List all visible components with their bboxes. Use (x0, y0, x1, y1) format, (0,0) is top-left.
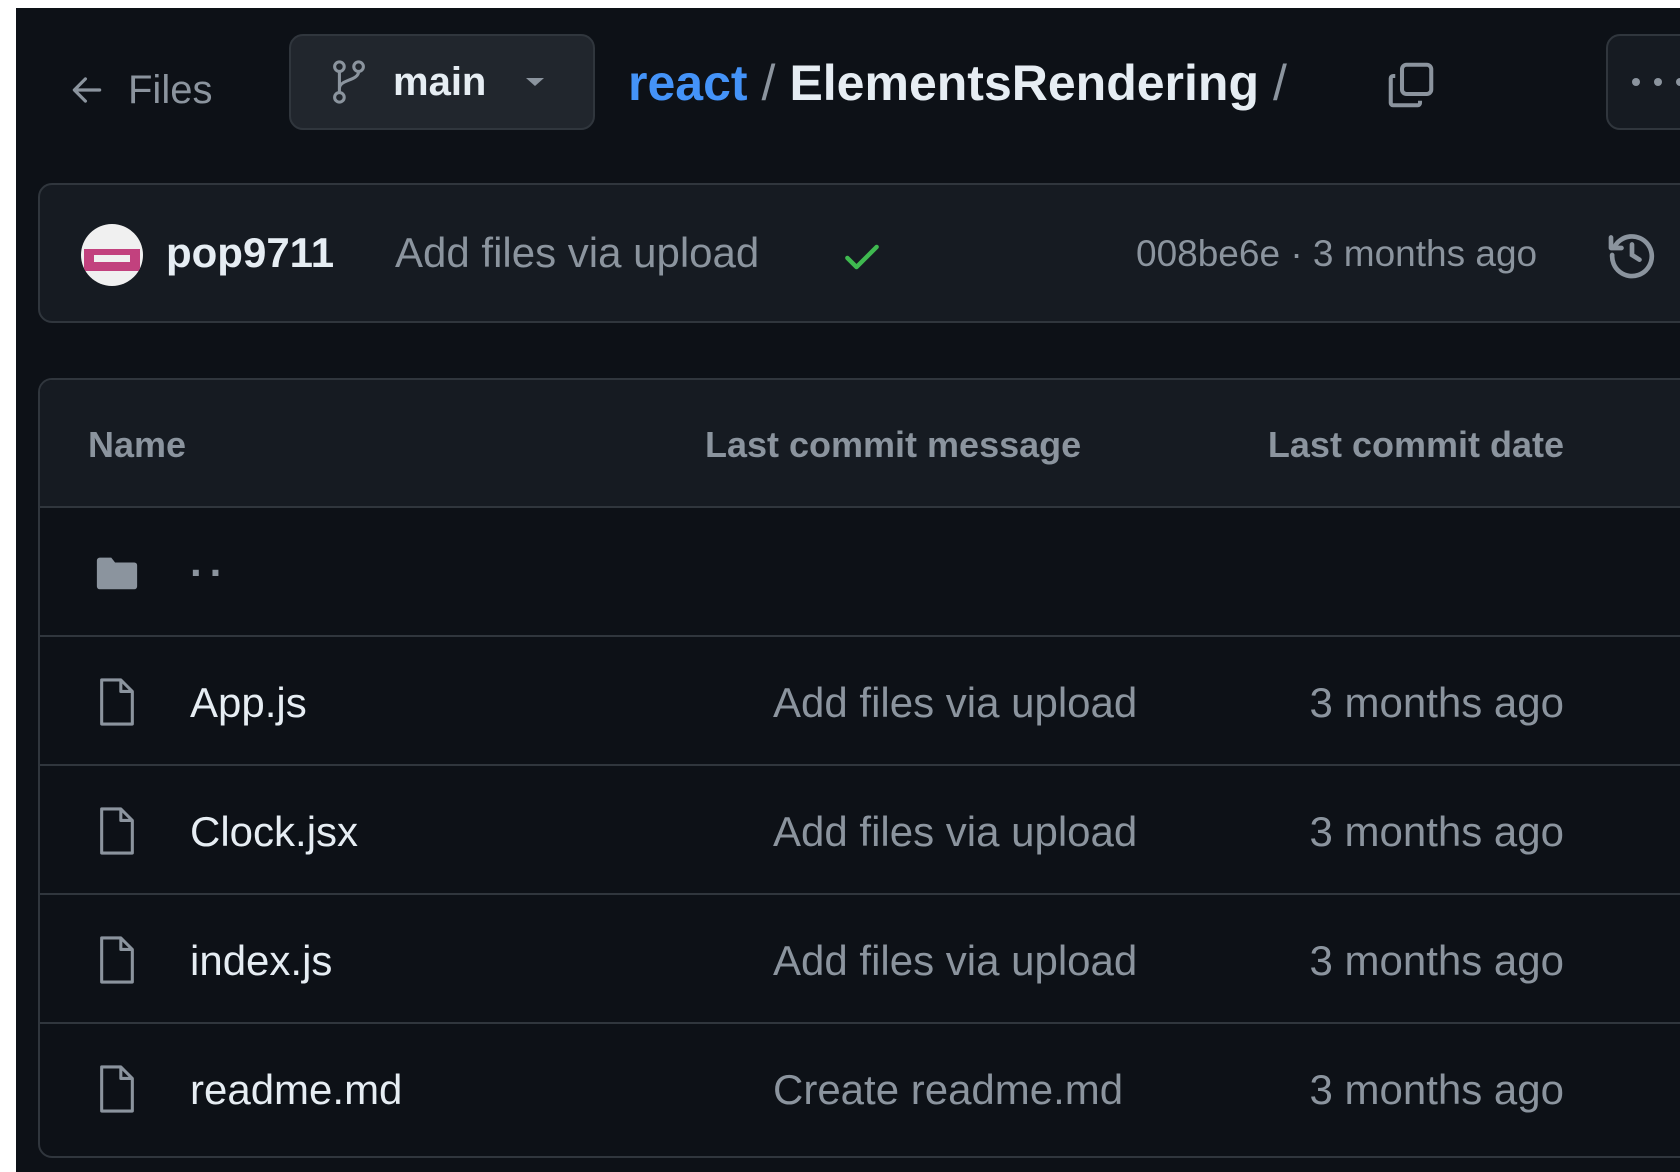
breadcrumb: react / ElementsRendering / (628, 48, 1301, 118)
caret-down-icon (526, 78, 545, 86)
file-name-link[interactable]: App.js (190, 679, 307, 727)
history-icon[interactable] (1604, 227, 1660, 283)
file-commit-message[interactable]: Add files via upload (773, 808, 1137, 856)
more-options-button[interactable] (1606, 34, 1680, 130)
file-commit-date: 3 months ago (1309, 679, 1564, 726)
file-icon (100, 807, 134, 855)
commit-hash-and-time[interactable]: 008be6e · 3 months ago (1136, 233, 1537, 275)
file-commit-date: 3 months ago (1309, 1066, 1564, 1113)
file-name-link[interactable]: readme.md (190, 1066, 402, 1114)
column-header-last-commit-message: Last commit message (705, 424, 1082, 465)
file-commit-date: 3 months ago (1309, 808, 1564, 855)
breadcrumb-current-folder: ElementsRendering (789, 55, 1259, 111)
file-commit-message[interactable]: Create readme.md (773, 1066, 1123, 1114)
commit-author[interactable]: pop9711 (166, 229, 334, 277)
repo-file-browser: Files main react / ElementsRendering / p… (16, 8, 1680, 1172)
git-branch-icon (333, 60, 365, 104)
column-header-name: Name (88, 424, 187, 465)
file-commit-message[interactable]: Add files via upload (773, 937, 1137, 985)
file-name-link[interactable]: index.js (190, 937, 332, 985)
breadcrumb-separator: / (761, 55, 776, 111)
file-commit-date: 3 months ago (1309, 937, 1564, 984)
copy-path-icon[interactable] (1384, 58, 1438, 112)
commit-message[interactable]: Add files via upload (395, 229, 759, 277)
table-header: Name Last commit message Last commit dat… (40, 380, 1680, 508)
breadcrumb-trailing-separator: / (1273, 55, 1287, 111)
back-to-files-button[interactable]: Files (68, 58, 212, 122)
table-row[interactable]: Clock.jsx Add files via upload 3 months … (40, 766, 1680, 895)
arrow-left-icon (72, 77, 102, 103)
kebab-horizontal-icon (1632, 78, 1680, 86)
check-icon[interactable] (840, 235, 884, 279)
table-row[interactable]: index.js Add files via upload 3 months a… (40, 895, 1680, 1024)
files-label: Files (128, 67, 213, 112)
branch-selector[interactable]: main (289, 34, 595, 130)
column-header-last-commit-date: Last commit date (1267, 424, 1564, 465)
latest-commit-bar: pop9711 Add files via upload 008be6e · 3… (38, 183, 1680, 323)
breadcrumb-repo-link[interactable]: react (628, 54, 748, 112)
avatar[interactable] (80, 223, 144, 287)
file-table: Name Last commit message Last commit dat… (38, 378, 1680, 1158)
table-row[interactable]: readme.md Create readme.md 3 months ago (40, 1024, 1680, 1153)
table-row[interactable]: App.js Add files via upload 3 months ago (40, 637, 1680, 766)
file-commit-message[interactable]: Add files via upload (773, 679, 1137, 727)
table-row-parent-directory[interactable]: .. (40, 508, 1680, 637)
branch-name: main (393, 59, 487, 104)
file-name-link[interactable]: Clock.jsx (190, 808, 358, 856)
file-icon (100, 1065, 134, 1113)
parent-directory-link[interactable]: .. (190, 538, 229, 586)
file-icon (100, 678, 134, 726)
file-icon (100, 936, 134, 984)
folder-icon (96, 557, 138, 590)
